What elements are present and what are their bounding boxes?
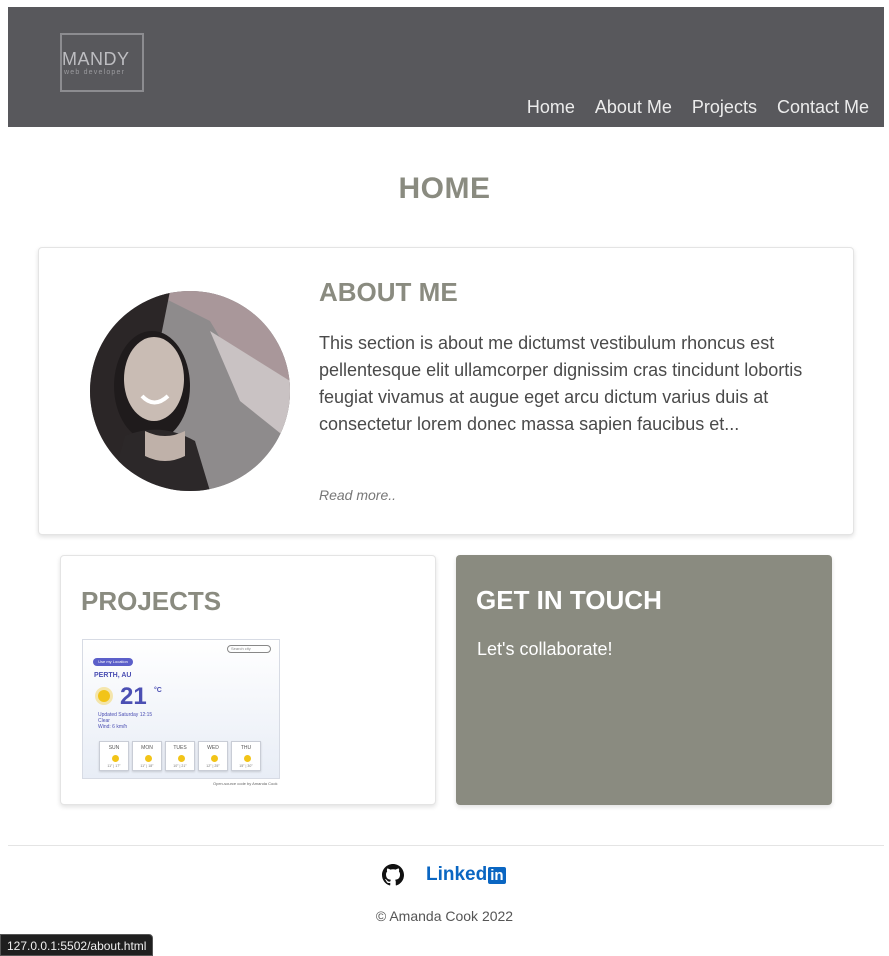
- linkedin-icon[interactable]: Linked in: [426, 864, 506, 886]
- linkedin-box: in: [488, 866, 506, 884]
- read-more-link[interactable]: Read more..: [319, 487, 396, 503]
- shot-details: Updated Saturday 12:15 Clear Wind: 6 km/…: [98, 712, 153, 730]
- forecast-day-temps: 11° | 18°: [140, 764, 154, 768]
- sun-icon: [145, 755, 152, 762]
- github-icon[interactable]: [382, 864, 404, 886]
- forecast-day: THU 15° | 30°: [231, 741, 261, 771]
- projects-title: PROJECTS: [81, 586, 222, 616]
- forecast-day-temps: 10° | 21°: [173, 764, 187, 768]
- shot-forecast: SUN 11° | 17° MON 11° | 18° TUES 10° | 2…: [99, 741, 261, 771]
- footer-divider: [8, 845, 884, 846]
- social-links: Linked in: [382, 864, 506, 886]
- forecast-day-name: MON: [141, 745, 153, 751]
- sun-icon: [211, 755, 218, 762]
- about-title: ABOUT ME: [319, 277, 458, 307]
- about-text: This section is about me dictumst vestib…: [319, 333, 803, 434]
- forecast-day-name: SUN: [108, 745, 120, 751]
- touch-text: Let's collaborate!: [477, 639, 613, 659]
- nav-projects-link[interactable]: Projects: [692, 97, 757, 118]
- nav-about-link[interactable]: About Me: [595, 97, 672, 118]
- sun-icon: [98, 690, 110, 702]
- nav-contact-link[interactable]: Contact Me: [777, 97, 869, 118]
- forecast-day-name: THU: [240, 745, 252, 751]
- linkedin-text: Linked: [426, 864, 488, 885]
- sun-icon: [244, 755, 251, 762]
- browser-status-url: 127.0.0.1:5502/about.html: [0, 934, 154, 956]
- copyright: © Amanda Cook 2022: [375, 908, 514, 924]
- forecast-day: TUES 10° | 21°: [165, 741, 195, 771]
- logo-subtitle: web developer: [64, 69, 126, 76]
- profile-photo: [90, 291, 290, 491]
- shot-search: Search city: [227, 645, 271, 653]
- sun-icon: [112, 755, 119, 762]
- shot-location-button: Use my Location: [93, 658, 133, 666]
- site-header: MANDY web developer Home About Me Projec…: [8, 7, 884, 127]
- site-logo[interactable]: MANDY web developer: [60, 33, 144, 92]
- page-title: HOME: [398, 172, 491, 205]
- shot-city: PERTH, AU: [94, 672, 132, 679]
- touch-title: GET IN TOUCH: [476, 585, 662, 615]
- forecast-day: WED 12° | 25°: [198, 741, 228, 771]
- sun-icon: [178, 755, 185, 762]
- projects-card: PROJECTS Search city Use my Location PER…: [60, 555, 436, 805]
- logo-name: MANDY: [62, 49, 130, 69]
- weather-app-screenshot[interactable]: Search city Use my Location PERTH, AU 21…: [82, 639, 280, 779]
- forecast-day: SUN 11° | 17°: [99, 741, 129, 771]
- forecast-day-temps: 12° | 25°: [206, 764, 220, 768]
- about-card: ABOUT ME This section is about me dictum…: [38, 247, 854, 535]
- nav-home-link[interactable]: Home: [527, 97, 575, 118]
- forecast-day-name: TUES: [173, 745, 187, 751]
- forecast-day-name: WED: [207, 745, 219, 751]
- shot-unit: °C: [154, 687, 162, 694]
- shot-temperature: 21: [120, 683, 147, 710]
- forecast-day: MON 11° | 18°: [132, 741, 162, 771]
- screenshot-caption: Open-source code by Amanda Cook: [213, 781, 278, 786]
- get-in-touch-card[interactable]: GET IN TOUCH Let's collaborate!: [456, 555, 832, 805]
- main-nav: Home About Me Projects Contact Me: [507, 97, 869, 118]
- forecast-day-temps: 15° | 30°: [239, 764, 253, 768]
- forecast-day-temps: 11° | 17°: [107, 764, 121, 768]
